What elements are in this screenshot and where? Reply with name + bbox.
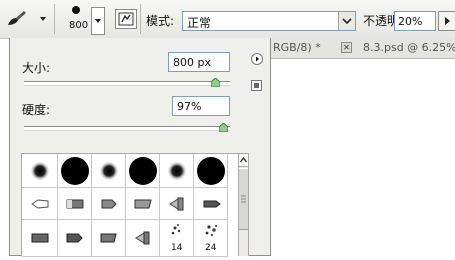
mode-select[interactable]: 正常 [182,11,356,31]
brush-preset-soft-round[interactable] [160,154,194,188]
brush-preset-marker[interactable] [58,220,92,257]
brush-preview-icon[interactable] [72,6,80,14]
brush-tool-icon[interactable] [6,9,28,27]
opacity-input[interactable]: 20% [394,11,436,31]
opacity-value: 20% [398,15,423,28]
document-tab-1[interactable]: RGB/8) * [273,41,321,54]
brush-preset-soft-round[interactable] [92,154,126,188]
tool-preset-arrow-icon[interactable] [40,17,46,21]
chevron-down-icon [95,19,101,23]
scrollbar-thumb[interactable] [239,168,248,230]
brush-preset-flat[interactable] [92,188,126,220]
brush-preset-hard-round[interactable] [58,154,92,188]
brush-preset-hard-round[interactable] [194,154,228,188]
scroll-up-button[interactable] [239,154,248,167]
toolbar-separator [54,4,55,34]
document-area: RGB/8) * ✕ 8.3.psd @ 6.25% [271,38,455,256]
brush-preset-chalk[interactable] [22,188,58,220]
brush-preset-grid: 14 24 [21,153,249,257]
hardness-value: 97% [177,100,202,113]
mode-value: 正常 [187,16,212,30]
brush-preset-hard-round[interactable] [126,154,160,188]
brush-preset-airbrush[interactable] [126,220,160,257]
brush-preset-flat[interactable] [92,220,126,257]
size-slider-thumb[interactable] [210,77,221,88]
brush-panel-toggle-button[interactable] [115,9,137,29]
brush-preset-airbrush[interactable] [160,188,194,220]
size-input[interactable]: 800 px [168,52,230,72]
brush-preset-scatter-14[interactable]: 14 [160,220,194,257]
brush-preset-size-label: 24 [205,243,217,253]
brush-size-readout: 800 [69,20,89,31]
opacity-slider-button[interactable] [438,11,455,31]
hardness-label: 硬度: [22,103,51,117]
document-tab-bar: RGB/8) * ✕ 8.3.psd @ 6.25% [271,38,455,59]
brush-preset-flat[interactable] [58,188,92,220]
preset-scrollbar[interactable] [238,153,249,256]
hardness-slider-thumb[interactable] [218,122,229,133]
brush-preset-soft-round[interactable] [22,154,58,188]
brush-preset-marker[interactable] [194,188,228,220]
mode-dropdown-button[interactable] [338,12,355,30]
toolbar-separator [140,4,141,34]
hardness-slider[interactable] [24,126,230,131]
document-tab-2[interactable]: 8.3.psd @ 6.25% [363,41,455,54]
brush-preset-flat[interactable] [126,188,160,220]
close-icon[interactable]: ✕ [341,42,352,53]
mode-label: 模式: [146,14,175,28]
size-value: 800 px [173,56,211,69]
panel-menu-button[interactable] [251,53,263,65]
size-slider[interactable] [24,81,230,86]
hardness-input[interactable]: 97% [172,96,230,116]
brush-picker-dropdown[interactable] [91,7,105,35]
brush-preset-size-label: 14 [171,243,183,253]
save-preset-button[interactable] [251,80,262,91]
brush-preset-flat[interactable] [22,220,58,257]
size-label: 大小: [22,61,51,75]
brush-picker-panel: 大小: 800 px 硬度: 97% 14 24 [9,38,271,257]
brush-preset-scatter-24[interactable]: 24 [194,220,228,257]
options-bar: 800 模式: 正常 不透明度: 20% [0,0,455,39]
